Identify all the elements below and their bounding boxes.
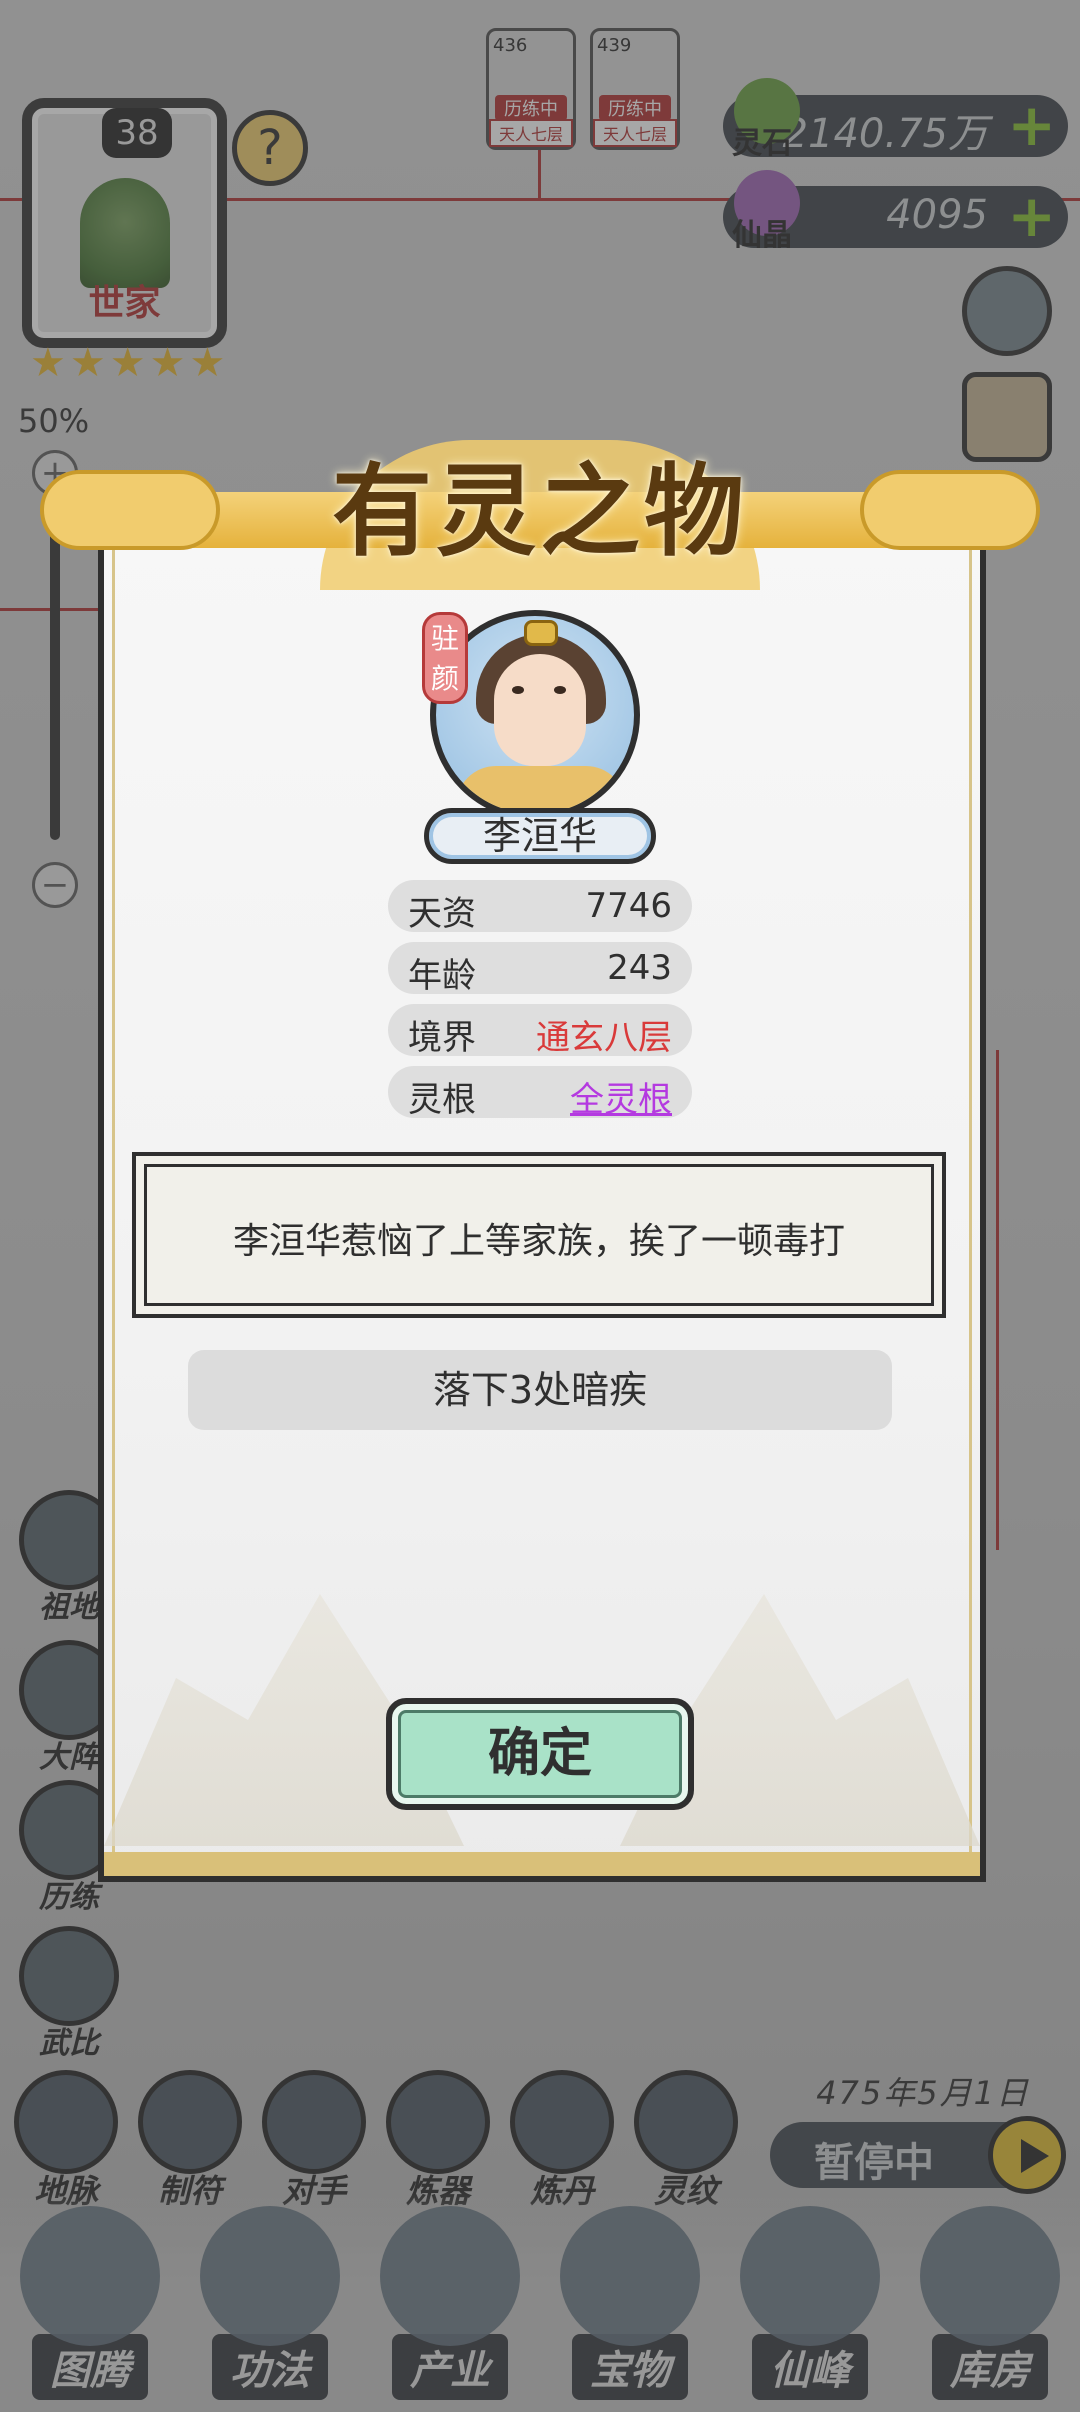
- dialog-title: 有灵之物: [332, 452, 748, 570]
- stat-label: 年龄: [408, 956, 476, 996]
- hair-crown: [524, 620, 558, 646]
- character-name: 李洹华: [424, 808, 656, 864]
- dialog-title-banner: 有灵之物: [40, 430, 1040, 590]
- event-text: 李洹华惹恼了上等家族，挨了一顿毒打: [232, 1221, 845, 1262]
- stat-value: 7746: [585, 886, 672, 926]
- stat-label: 境界: [408, 1018, 476, 1058]
- stat-label: 天资: [408, 894, 476, 934]
- stat-realm: 境界 通玄八层: [388, 1004, 692, 1058]
- event-description: 李洹华惹恼了上等家族，挨了一顿毒打: [132, 1152, 946, 1318]
- event-result: 落下3处暗疾: [188, 1350, 892, 1430]
- stat-age: 年龄 243: [388, 942, 692, 996]
- stat-value: 243: [607, 948, 672, 988]
- spirit-root-link[interactable]: 全灵根: [570, 1072, 672, 1121]
- stat-spirit-root: 灵根 全灵根: [388, 1066, 692, 1121]
- stat-label: 灵根: [408, 1080, 476, 1120]
- confirm-button[interactable]: 确定: [386, 1698, 694, 1810]
- stat-value: 通玄八层: [536, 1018, 672, 1058]
- portrait-eye: [512, 686, 524, 694]
- portrait-eye: [554, 686, 566, 694]
- trait-tag: 驻颜: [422, 612, 468, 704]
- stat-talent: 天资 7746: [388, 880, 692, 934]
- dialog-bottom-bar: [104, 1852, 980, 1876]
- portrait-face: [494, 654, 586, 766]
